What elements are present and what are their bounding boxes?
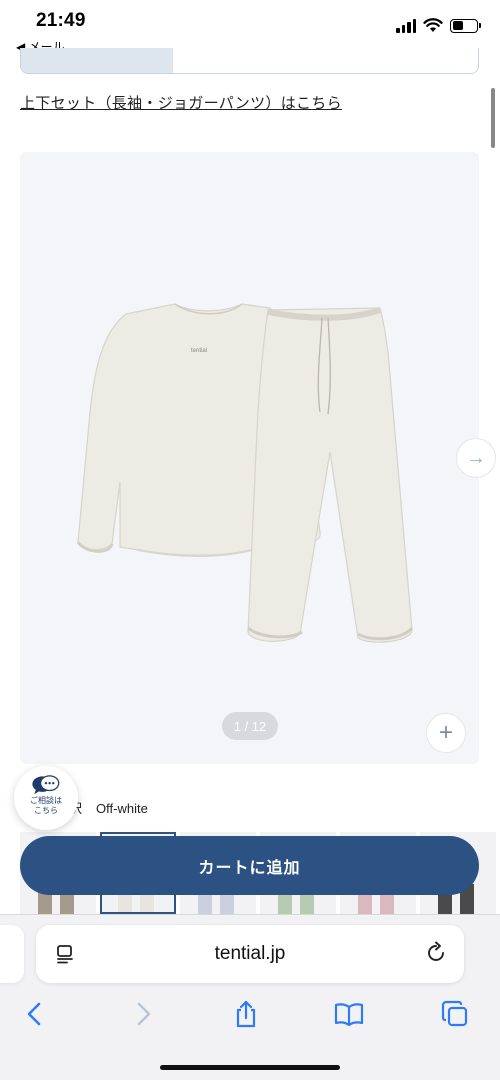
plus-icon: +	[438, 719, 453, 746]
browser-toolbar: tential.jp	[0, 914, 500, 1080]
chat-consult-button[interactable]: ご相談は こちら	[14, 766, 78, 830]
product-image-gallery[interactable]: tential 1 / 12 +	[20, 152, 479, 764]
wifi-icon	[423, 18, 443, 32]
share-icon[interactable]	[231, 999, 261, 1029]
battery-icon	[450, 18, 481, 33]
add-to-cart-button[interactable]: カートに追加	[20, 836, 479, 895]
chevron-left-icon[interactable]	[20, 999, 50, 1029]
arrow-right-icon: →	[466, 446, 486, 469]
book-icon[interactable]	[334, 999, 364, 1029]
zoom-plus-button[interactable]: +	[426, 713, 466, 753]
gallery-page-indicator: 1 / 12	[222, 712, 278, 740]
status-icons	[396, 18, 481, 33]
tabs-icon[interactable]	[440, 999, 470, 1029]
previous-tab-pill[interactable]	[0, 925, 24, 983]
address-bar[interactable]: tential.jp	[36, 925, 464, 983]
home-indicator	[160, 1065, 340, 1070]
set-product-link[interactable]: 上下セット（長袖・ジョガーパンツ）はこちら	[20, 92, 342, 113]
signal-icon	[396, 18, 416, 33]
svg-text:tential: tential	[191, 348, 207, 354]
chat-label: ご相談は こちら	[30, 796, 62, 815]
chat-icon	[32, 775, 60, 795]
reload-icon[interactable]	[424, 941, 448, 965]
url-text: tential.jp	[214, 943, 286, 964]
scrollbar[interactable]	[491, 88, 495, 148]
color-value: Off-white	[96, 801, 148, 816]
chevron-right-icon[interactable]	[128, 999, 158, 1029]
tab-active[interactable]	[21, 48, 173, 73]
product-image: tential	[76, 303, 414, 643]
size-tab-group	[20, 48, 479, 74]
gallery-next-button[interactable]: →	[456, 438, 496, 478]
status-time: 21:49	[36, 10, 86, 31]
